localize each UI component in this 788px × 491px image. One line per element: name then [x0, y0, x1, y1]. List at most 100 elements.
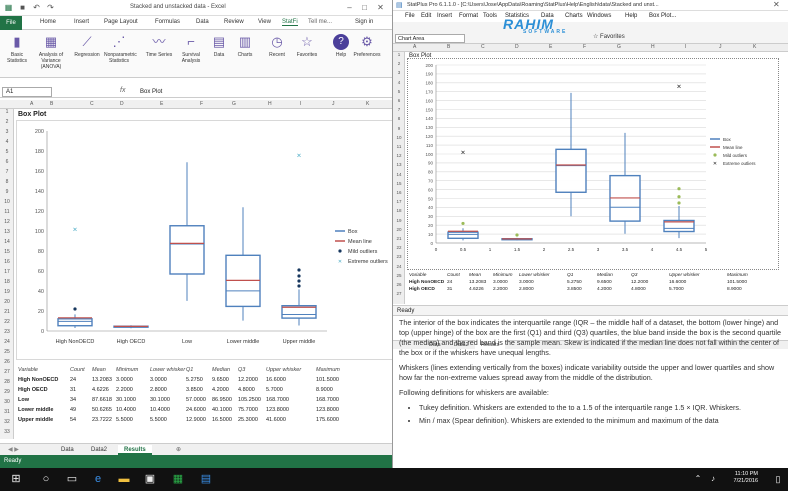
sp-column-header[interactable]: K [753, 44, 756, 50]
table-cell[interactable]: 8.9000 [316, 387, 333, 393]
statplus-close-icon[interactable]: ✕ [773, 0, 780, 9]
table-cell[interactable]: 3.8500 [186, 387, 203, 393]
sp-column-header[interactable]: A [413, 44, 416, 50]
sp-table-cell[interactable]: 4.2000 [597, 287, 612, 292]
column-header[interactable]: H [268, 101, 272, 107]
box[interactable] [57, 318, 93, 327]
undo-icon[interactable]: ↶ [32, 3, 41, 12]
sp-table-cell[interactable]: 5.7000 [669, 287, 684, 292]
table-cell[interactable]: 175.6000 [316, 417, 339, 423]
row-header[interactable]: 5 [0, 149, 14, 155]
sheet-tab-results[interactable]: Results [118, 445, 152, 455]
tab-review[interactable]: Review [224, 19, 244, 25]
row-header[interactable]: 25 [0, 349, 14, 355]
table-cell[interactable]: 16.5000 [212, 417, 232, 423]
sp-row-header[interactable]: 20 [393, 227, 405, 232]
sp-column-header[interactable]: C [481, 44, 485, 50]
menu-help[interactable]: Help [625, 13, 637, 19]
box[interactable] [447, 231, 479, 240]
column-header[interactable]: J [332, 101, 335, 107]
sp-table-cell[interactable]: 13.2083 [469, 280, 486, 285]
sp-table-cell[interactable]: 8.9000 [727, 287, 742, 292]
table-cell[interactable]: 34 [70, 397, 76, 403]
column-header[interactable]: A [30, 101, 33, 107]
search-icon[interactable]: ○ [38, 471, 54, 487]
favorites-menu[interactable]: ☆ Favorites [593, 33, 625, 40]
sp-table-cell[interactable]: 4.6226 [469, 287, 484, 292]
table-cell[interactable]: 4.2000 [212, 387, 229, 393]
row-header[interactable]: 1 [0, 109, 14, 115]
ribbon-button-regression[interactable]: ⟋ Regression [72, 34, 102, 58]
table-cell[interactable]: 9.6500 [212, 377, 229, 383]
column-header[interactable]: D [120, 101, 124, 107]
excel-taskbar-icon[interactable]: ▦ [170, 471, 186, 487]
sp-table-cell[interactable]: 2.2000 [493, 287, 508, 292]
ribbon-button-timeseries[interactable]: 〰 Time Series [144, 34, 174, 58]
chart-area-combo[interactable]: Chart Area [395, 34, 465, 43]
row-header[interactable]: 14 [0, 239, 14, 245]
table-cell[interactable]: 10.4000 [116, 407, 136, 413]
close-icon[interactable]: ✕ [376, 3, 385, 12]
table-cell[interactable]: 3.0000 [150, 377, 167, 383]
column-header[interactable]: E [160, 101, 163, 107]
sheet-tab-data[interactable]: Data [55, 445, 80, 455]
menu-edit[interactable]: Edit [421, 13, 431, 19]
sp-row-header[interactable]: 17 [393, 199, 405, 204]
sp-row-header[interactable]: 8 [393, 116, 405, 121]
menu-file[interactable]: File [405, 13, 415, 19]
column-header[interactable]: C [90, 101, 94, 107]
column-header[interactable]: G [232, 101, 236, 107]
sp-table-cell[interactable]: 12.2000 [631, 280, 648, 285]
row-header[interactable]: 15 [0, 249, 14, 255]
statplus-taskbar-icon[interactable]: ▤ [198, 471, 214, 487]
sp-row-header[interactable]: 13 [393, 162, 405, 167]
table-cell[interactable]: High OECD [18, 387, 48, 393]
table-cell[interactable]: 49 [70, 407, 76, 413]
column-header[interactable]: B [50, 101, 53, 107]
row-header[interactable]: 33 [0, 429, 14, 435]
row-header[interactable]: 11 [0, 209, 14, 215]
sp-row-header[interactable]: 14 [393, 172, 405, 177]
sp-row-header[interactable]: 3 [393, 70, 405, 75]
row-header[interactable]: 8 [0, 179, 14, 185]
row-header[interactable]: 6 [0, 159, 14, 165]
box[interactable] [169, 225, 205, 275]
tab-insert[interactable]: Insert [74, 19, 89, 25]
sp-row-header[interactable]: 1 [393, 52, 405, 57]
table-cell[interactable]: 5.2750 [186, 377, 203, 383]
ribbon-button-charts[interactable]: ▥ Charts [230, 34, 260, 58]
sp-row-header[interactable]: 9 [393, 126, 405, 131]
sp-row-header[interactable]: 12 [393, 153, 405, 158]
sp-row-header[interactable]: 26 [393, 282, 405, 287]
row-header[interactable]: 10 [0, 199, 14, 205]
table-cell[interactable]: 54 [70, 417, 76, 423]
ribbon-button-grid[interactable]: ▦ Analysis of Variance (ANOVA) [36, 34, 66, 70]
ribbon-button-bars[interactable]: ▮ Basic Statistics [2, 34, 32, 64]
row-header[interactable]: 19 [0, 289, 14, 295]
sp-table-cell[interactable]: 16.6000 [669, 280, 686, 285]
menu-boxplot[interactable]: Box Plot... [649, 13, 676, 19]
row-header[interactable]: 29 [0, 389, 14, 395]
table-cell[interactable]: 75.7000 [238, 407, 258, 413]
sp-row-header[interactable]: 16 [393, 190, 405, 195]
table-cell[interactable]: 16.6000 [266, 377, 286, 383]
tab-file[interactable]: File [0, 16, 22, 30]
sp-table-cell[interactable]: 24 [447, 280, 452, 285]
column-header[interactable]: I [300, 101, 301, 107]
sp-column-header[interactable]: G [617, 44, 621, 50]
sheet-nav-icon[interactable]: ◀ ▶ [2, 445, 25, 455]
tab-page-layout[interactable]: Page Layout [104, 19, 138, 25]
task-view-icon[interactable]: ▭ [64, 471, 80, 487]
table-cell[interactable]: 86.9500 [212, 397, 232, 403]
sp-table-cell[interactable]: 3.8500 [567, 287, 582, 292]
row-header[interactable]: 21 [0, 309, 14, 315]
table-cell[interactable]: 24 [70, 377, 76, 383]
row-header[interactable]: 9 [0, 189, 14, 195]
statplus-box-plot-chart[interactable]: 0 10 20 30 40 50 60 70 80 90 100 110 120 130 140 150 160… [407, 58, 779, 270]
table-cell[interactable]: 5.5000 [150, 417, 167, 423]
row-header[interactable]: 2 [0, 119, 14, 125]
sp-column-header[interactable]: F [583, 44, 586, 50]
sp-row-header[interactable]: 24 [393, 264, 405, 269]
sp-table-cell[interactable]: 5.2750 [567, 280, 582, 285]
table-cell[interactable]: 5.5000 [116, 417, 133, 423]
